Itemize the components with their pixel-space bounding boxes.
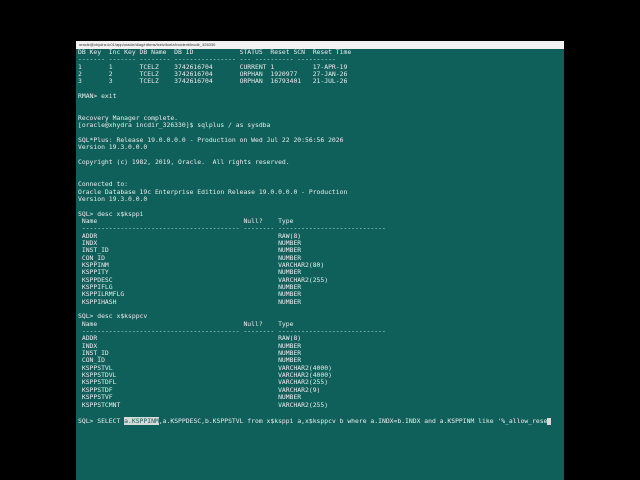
text-cursor <box>547 417 552 425</box>
command-line[interactable]: SQL> SELECT a.KSPPINM,a.KSPPDESC,b.KSPPS… <box>78 417 562 426</box>
terminal-line: KSPPITY NUMBER <box>78 269 302 277</box>
terminal-line: SQL> desc x$ksppcv <box>78 313 148 321</box>
terminal-line: SQL> desc x$ksppi <box>78 210 144 218</box>
terminal-line: Version 19.3.0.0.0 <box>78 144 148 152</box>
terminal-line: 1 1 TCELZ 3742616704 CURRENT 1 17-APR-19 <box>78 63 348 71</box>
terminal-line: INDX NUMBER <box>78 342 302 350</box>
terminal-line: ADDR RAW(8) <box>78 335 302 343</box>
terminal-line: SQL*Plus: Release 19.0.0.0.0 - Productio… <box>78 137 344 145</box>
terminal-output: DB Key Inc Key DB Name DB ID STATUS Rese… <box>76 49 564 409</box>
terminal-line: KSPPSTVF NUMBER <box>78 394 302 402</box>
terminal-line: ----------------------------------------… <box>78 225 386 233</box>
terminal-line: 3 3 TCELZ 3742616704 ORPHAN 16793401 21-… <box>78 78 348 86</box>
terminal-line: KSPPDESC VARCHAR2(255) <box>78 276 329 284</box>
terminal-line: KSPPIFLG NUMBER <box>78 284 302 291</box>
selected-text: a.KSPPINM <box>124 417 159 425</box>
terminal-line: KSPPSTDF VARCHAR2(9) <box>78 386 321 394</box>
terminal-line: ------- ------- -------- ---------------… <box>78 56 336 64</box>
terminal-line: Connected to: <box>78 181 129 189</box>
terminal-line: ADDR RAW(8) <box>78 232 302 240</box>
terminal-line: KSPPINM VARCHAR2(80) <box>78 261 325 269</box>
sql-prompt-before: SQL> SELECT <box>78 417 125 425</box>
terminal-line: KSPPIHASH NUMBER <box>78 298 302 306</box>
terminal-line: Version 19.3.0.0.0 <box>78 195 148 203</box>
terminal-line: CON_ID NUMBER <box>78 357 302 365</box>
terminal-line: Recovery Manager complete. <box>78 115 179 123</box>
terminal-line: ----------------------------------------… <box>78 328 386 336</box>
terminal-line: [oracle@xhydra incdir_326330]$ sqlplus /… <box>78 122 271 130</box>
terminal-line: INST_ID NUMBER <box>78 350 302 358</box>
terminal-line: 2 2 TCELZ 3742616704 ORPHAN 1920977 27-J… <box>78 71 348 79</box>
terminal-line: Name Null? Type <box>78 217 294 225</box>
terminal-line: Oracle Database 19c Enterprise Edition R… <box>78 188 348 196</box>
terminal-window[interactable]: oracle@xhydra:/u01/app/oracle/diag/rdbms… <box>76 41 564 480</box>
terminal-line: KSPPSTVL VARCHAR2(4000) <box>78 364 332 372</box>
terminal-line: INDX NUMBER <box>78 239 302 247</box>
terminal-line: RMAN> exit <box>78 93 117 101</box>
terminal-line: KSPPSTCMNT VARCHAR2(255) <box>78 401 329 409</box>
window-title: oracle@xhydra:/u01/app/oracle/diag/rdbms… <box>76 41 564 49</box>
terminal-line: Name Null? Type <box>78 320 294 328</box>
terminal-line: DB Key Inc Key DB Name DB ID STATUS Rese… <box>78 49 352 56</box>
terminal-line: CON_ID NUMBER <box>78 254 302 262</box>
sql-prompt-after: ,a.KSPPDESC,b.KSPPSTVL from x$ksppi a,x$… <box>158 417 548 425</box>
terminal-line: KSPPILRMFLG NUMBER <box>78 291 302 299</box>
terminal-line: KSPPSTDVL VARCHAR2(4000) <box>78 372 332 380</box>
terminal-line: INST_ID NUMBER <box>78 247 302 255</box>
terminal-line: KSPPSTDFL VARCHAR2(255) <box>78 379 329 387</box>
terminal-line: Copyright (c) 1982, 2019, Oracle. All ri… <box>78 159 290 167</box>
